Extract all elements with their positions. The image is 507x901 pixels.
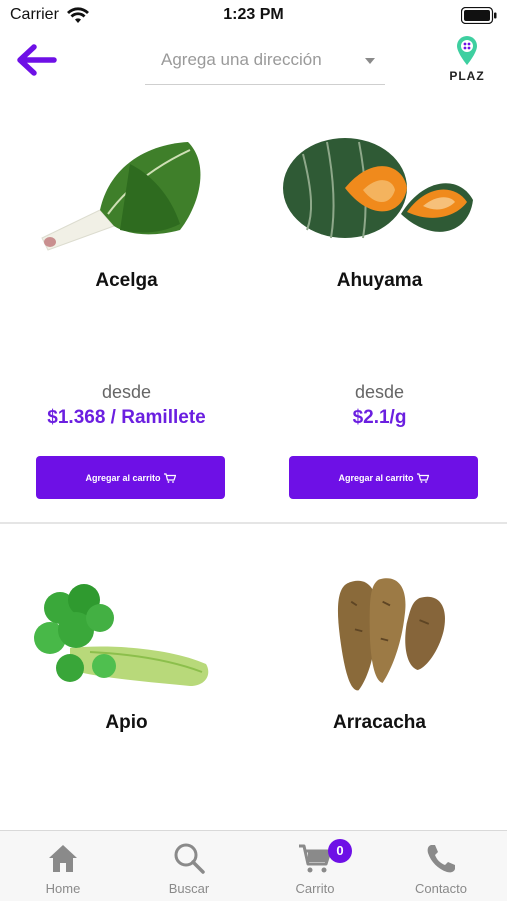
tab-label: Contacto <box>414 881 468 896</box>
product-name: Apio <box>105 712 148 733</box>
header: Agrega una dirección PLAZ <box>0 32 507 92</box>
tab-bar: Home Buscar 0 Carrito Contacto <box>0 830 507 901</box>
product-card-ahuyama[interactable]: Ahuyama desde $2.1/g Agregar al carrito <box>253 92 506 524</box>
tab-search[interactable]: Buscar <box>126 831 252 901</box>
tab-label: Carrito <box>295 881 335 896</box>
product-card-arracacha[interactable]: Arracacha <box>253 526 506 826</box>
tab-cart[interactable]: 0 Carrito <box>252 831 378 901</box>
ahuyama-image <box>283 138 473 239</box>
product-card-acelga[interactable]: Acelga desde $1.368 / Ramillete Agregar … <box>0 92 253 524</box>
apio-image <box>34 584 209 686</box>
acelga-image <box>41 142 201 251</box>
product-name: Arracacha <box>333 712 426 733</box>
product-price: $2.1/g <box>352 407 407 428</box>
logo-text: PLAZ <box>449 69 485 83</box>
logo-icon <box>457 36 477 65</box>
tab-label: Buscar <box>168 881 210 896</box>
status-bar: Carrier 1:23 PM <box>0 0 507 32</box>
product-price: $1.368 / Ramillete <box>47 407 206 428</box>
address-placeholder: Agrega una dirección <box>161 50 322 69</box>
back-arrow-icon[interactable] <box>14 42 58 78</box>
cart-badge: 0 <box>328 839 352 863</box>
brand-logo: PLAZ <box>447 36 487 88</box>
cart-icon <box>416 472 429 483</box>
add-to-cart-button[interactable]: Agregar al carrito <box>289 456 478 499</box>
product-name: Acelga <box>95 270 158 291</box>
tab-contact[interactable]: Contacto <box>378 831 504 901</box>
cart-icon <box>163 472 176 483</box>
phone-icon <box>427 845 455 873</box>
product-name: Ahuyama <box>336 270 423 291</box>
tab-label: Home <box>45 881 81 896</box>
battery-icon <box>461 7 497 24</box>
cart-icon <box>299 844 332 873</box>
address-dropdown[interactable]: Agrega una dirección <box>145 38 385 85</box>
tab-home[interactable]: Home <box>0 831 126 901</box>
clock: 1:23 PM <box>223 6 284 23</box>
row-divider <box>0 522 507 524</box>
home-icon <box>49 845 77 872</box>
add-to-cart-label: Agregar al carrito <box>338 472 414 483</box>
product-card-apio[interactable]: Apio <box>0 526 253 826</box>
arracacha-image <box>337 578 445 691</box>
from-label: desde <box>101 382 152 402</box>
add-to-cart-label: Agregar al carrito <box>85 472 161 483</box>
chevron-down-icon <box>365 58 375 64</box>
search-icon <box>174 843 205 874</box>
from-label: desde <box>354 382 405 402</box>
add-to-cart-button[interactable]: Agregar al carrito <box>36 456 225 499</box>
